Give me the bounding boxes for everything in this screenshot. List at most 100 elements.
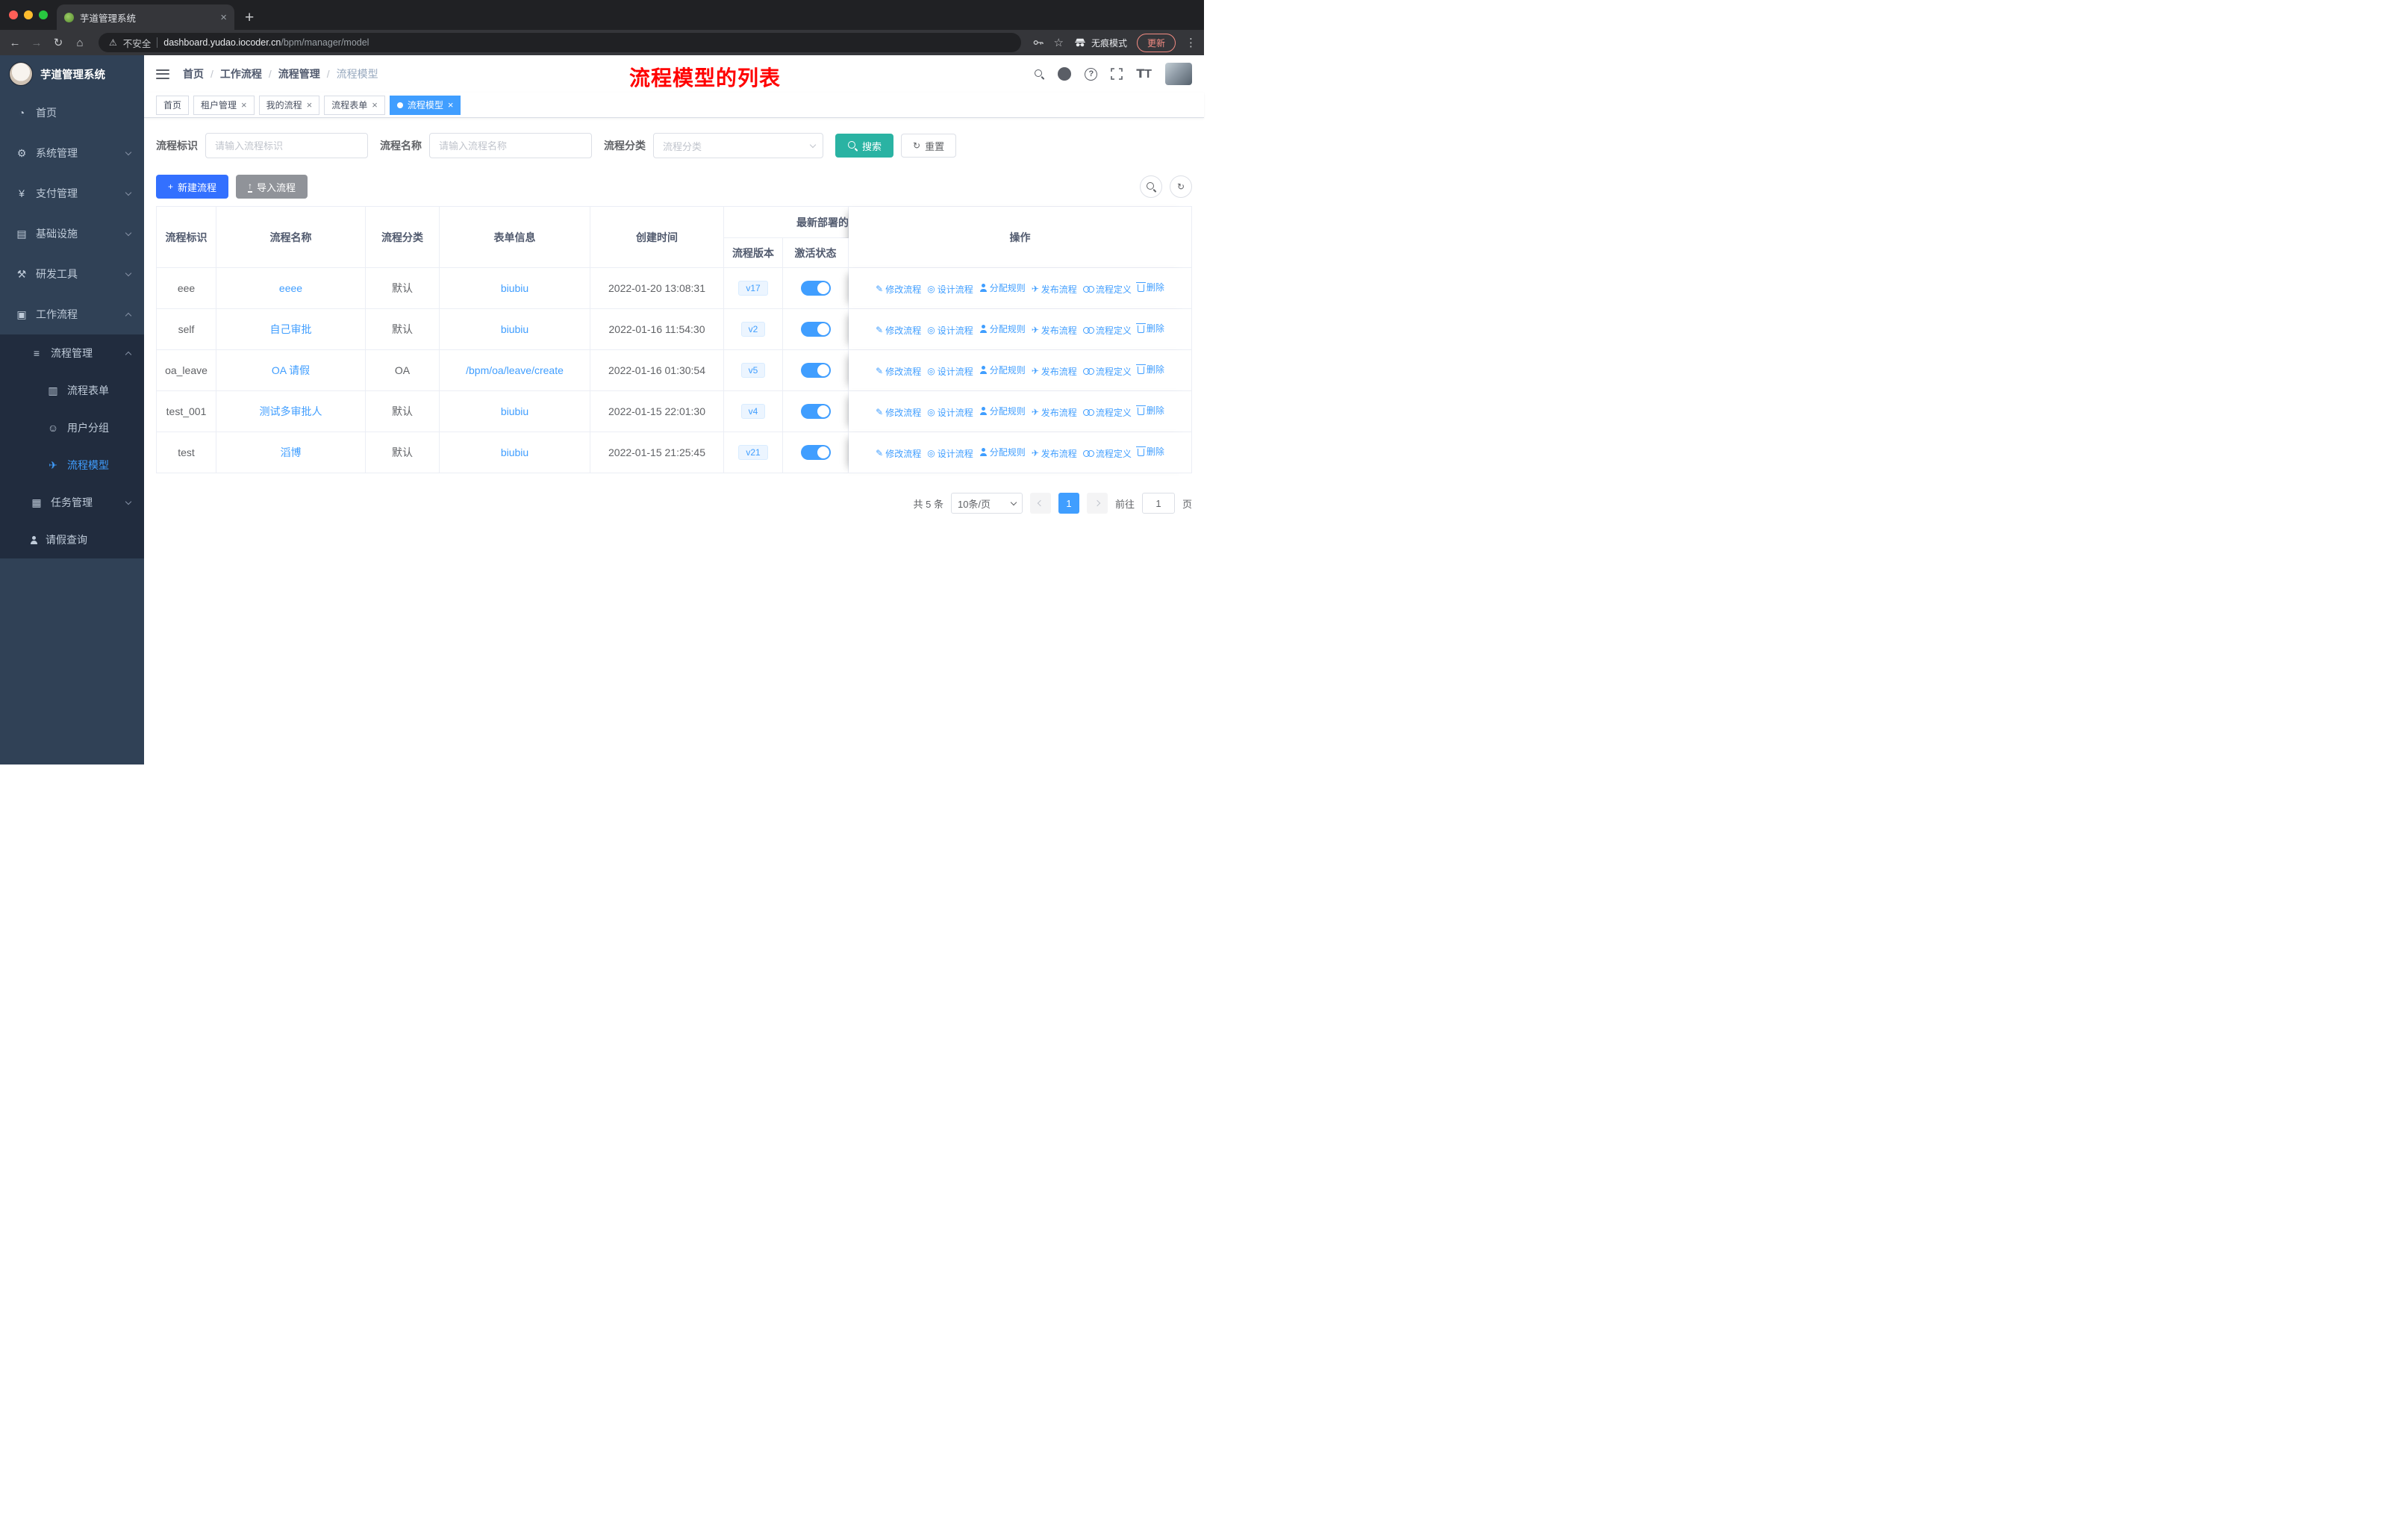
sidebar-item-workflow[interactable]: ▣ 工作流程 [0, 294, 144, 334]
import-process-button[interactable]: ↑ 导入流程 [236, 175, 308, 199]
process-name-link[interactable]: 自己审批 [270, 323, 312, 335]
github-icon[interactable] [1058, 67, 1072, 81]
page-size-select[interactable]: 10条/页 [950, 493, 1023, 514]
tag-tenant-management[interactable]: 租户管理 × [193, 95, 255, 115]
delete-process-link[interactable]: 删除 [1135, 445, 1164, 458]
assign-rule-link[interactable]: 分配规则 [979, 281, 1026, 294]
process-name-link[interactable]: 测试多审批人 [260, 405, 322, 417]
active-toggle[interactable] [800, 363, 831, 378]
close-icon[interactable]: × [448, 100, 454, 110]
update-button[interactable]: 更新 [1136, 33, 1176, 52]
question-icon[interactable] [1085, 67, 1098, 81]
browser-tab[interactable]: 芋道管理系统 × [57, 4, 234, 30]
toggle-search-button[interactable] [1140, 175, 1162, 198]
edit-process-link[interactable]: ✎ 修改流程 [876, 365, 921, 378]
design-process-link[interactable]: ◎ 设计流程 [927, 365, 973, 378]
search-icon[interactable] [1034, 69, 1044, 79]
tag-process-form[interactable]: 流程表单 × [324, 95, 385, 115]
assign-rule-link[interactable]: 分配规则 [979, 405, 1026, 417]
form-info-link[interactable]: biubiu [501, 323, 528, 335]
address-bar[interactable]: ⚠ 不安全 dashboard.yudao.iocoder.cn/bpm/man… [99, 33, 1021, 52]
home-icon[interactable]: ⌂ [72, 37, 87, 49]
active-toggle[interactable] [800, 322, 831, 337]
edit-process-link[interactable]: ✎ 修改流程 [876, 447, 921, 460]
sidebar-item-user-group[interactable]: ☺ 用户分组 [0, 409, 144, 446]
design-process-link[interactable]: ◎ 设计流程 [927, 324, 973, 337]
page-number-button[interactable]: 1 [1058, 493, 1079, 514]
window-minimize-button[interactable] [24, 10, 33, 19]
reload-icon[interactable]: ↻ [51, 36, 66, 49]
form-info-link[interactable]: biubiu [501, 405, 528, 417]
sidebar-item-payment[interactable]: ¥ 支付管理 [0, 173, 144, 214]
delete-process-link[interactable]: 删除 [1135, 404, 1164, 417]
publish-process-link[interactable]: ✈ 发布流程 [1032, 365, 1077, 378]
publish-process-link[interactable]: ✈ 发布流程 [1032, 283, 1077, 296]
close-icon[interactable]: × [241, 100, 247, 110]
menu-fold-icon[interactable] [156, 69, 169, 79]
sidebar-item-process-model[interactable]: ✈ 流程模型 [0, 446, 144, 484]
process-name-input[interactable] [429, 133, 592, 158]
publish-process-link[interactable]: ✈ 发布流程 [1032, 324, 1077, 337]
back-icon[interactable]: ← [7, 37, 22, 49]
delete-process-link[interactable]: 删除 [1135, 281, 1164, 293]
breadcrumb-workflow[interactable]: 工作流程 [220, 66, 262, 81]
sidebar-item-system[interactable]: ⚙ 系统管理 [0, 133, 144, 173]
sidebar-item-process-form[interactable]: ▥ 流程表单 [0, 372, 144, 409]
publish-process-link[interactable]: ✈ 发布流程 [1032, 447, 1077, 460]
active-toggle[interactable] [800, 445, 831, 460]
close-icon[interactable]: × [307, 100, 313, 110]
active-toggle[interactable] [800, 404, 831, 419]
publish-process-link[interactable]: ✈ 发布流程 [1032, 406, 1077, 419]
close-icon[interactable]: × [372, 100, 378, 110]
kebab-menu-icon[interactable]: ⋮ [1185, 36, 1197, 49]
tab-close-icon[interactable]: × [220, 11, 227, 24]
sidebar-item-leave-query[interactable]: 请假查询 [0, 521, 144, 558]
sidebar-item-devtools[interactable]: ⚒ 研发工具 [0, 254, 144, 294]
sidebar-item-task-management[interactable]: ▦ 任务管理 [0, 484, 144, 521]
breadcrumb-home[interactable]: 首页 [183, 66, 204, 81]
process-definition-link[interactable]: 流程定义 [1082, 406, 1132, 419]
window-zoom-button[interactable] [39, 10, 48, 19]
assign-rule-link[interactable]: 分配规则 [979, 446, 1026, 458]
tag-home[interactable]: 首页 [156, 95, 190, 115]
sidebar-item-infrastructure[interactable]: ▤ 基础设施 [0, 214, 144, 254]
reset-button[interactable]: ↻ 重置 [901, 134, 957, 158]
key-icon[interactable] [1032, 37, 1044, 49]
delete-process-link[interactable]: 删除 [1135, 363, 1164, 376]
forward-icon[interactable]: → [29, 37, 44, 49]
breadcrumb-process-management[interactable]: 流程管理 [278, 66, 320, 81]
edit-process-link[interactable]: ✎ 修改流程 [876, 406, 921, 419]
tag-process-model[interactable]: 流程模型 × [389, 95, 461, 115]
form-info-link[interactable]: biubiu [501, 446, 528, 458]
edit-process-link[interactable]: ✎ 修改流程 [876, 324, 921, 337]
create-process-button[interactable]: + 新建流程 [156, 175, 229, 199]
assign-rule-link[interactable]: 分配规则 [979, 323, 1026, 335]
process-category-select[interactable]: 流程分类 [653, 133, 823, 158]
app-logo[interactable]: 芋道管理系统 [0, 55, 144, 93]
process-definition-link[interactable]: 流程定义 [1082, 447, 1132, 460]
form-info-link[interactable]: /bpm/oa/leave/create [466, 364, 564, 376]
sidebar-item-home[interactable]: ◔ 首页 [0, 93, 144, 133]
font-size-icon[interactable]: ꓔT [1136, 66, 1152, 81]
process-name-link[interactable]: 滔博 [281, 446, 302, 458]
assign-rule-link[interactable]: 分配规则 [979, 364, 1026, 376]
refresh-table-button[interactable]: ↻ [1170, 175, 1192, 198]
sidebar-item-process-management[interactable]: ≡ 流程管理 [0, 334, 144, 372]
edit-process-link[interactable]: ✎ 修改流程 [876, 283, 921, 296]
design-process-link[interactable]: ◎ 设计流程 [927, 283, 973, 296]
process-id-input[interactable] [205, 133, 368, 158]
user-avatar[interactable] [1165, 63, 1192, 85]
design-process-link[interactable]: ◎ 设计流程 [927, 406, 973, 419]
process-name-link[interactable]: OA 请假 [272, 364, 310, 376]
delete-process-link[interactable]: 删除 [1135, 322, 1164, 334]
process-definition-link[interactable]: 流程定义 [1082, 283, 1132, 296]
process-definition-link[interactable]: 流程定义 [1082, 365, 1132, 378]
process-definition-link[interactable]: 流程定义 [1082, 324, 1132, 337]
next-page-button[interactable] [1086, 493, 1108, 514]
design-process-link[interactable]: ◎ 设计流程 [927, 447, 973, 460]
fullscreen-icon[interactable] [1111, 68, 1123, 80]
new-tab-button[interactable]: + [245, 10, 254, 25]
goto-page-input[interactable] [1141, 493, 1175, 514]
window-close-button[interactable] [9, 10, 18, 19]
star-icon[interactable]: ☆ [1054, 36, 1064, 49]
